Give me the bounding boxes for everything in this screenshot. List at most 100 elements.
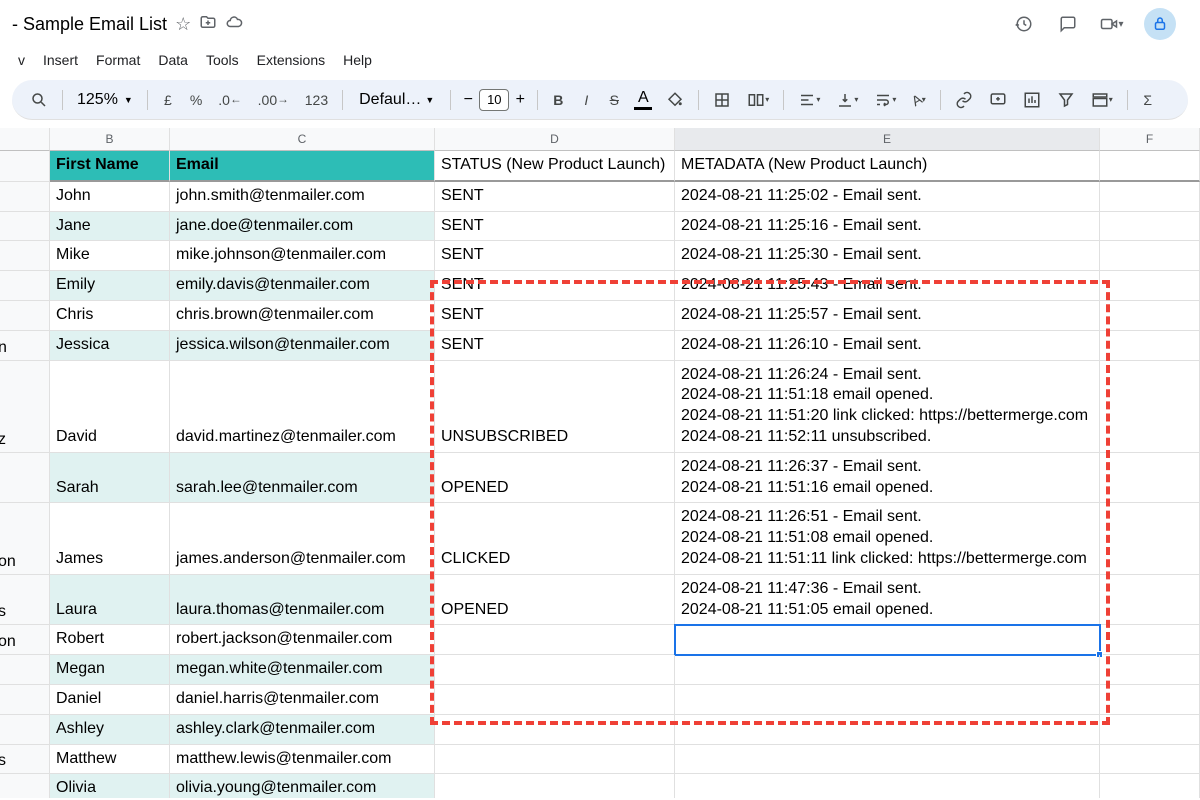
cell-f[interactable] xyxy=(1100,575,1200,626)
cell-f[interactable] xyxy=(1100,182,1200,212)
menu-data[interactable]: Data xyxy=(152,48,194,72)
move-folder-icon[interactable] xyxy=(199,13,217,36)
cell-f[interactable] xyxy=(1100,625,1200,655)
cell-status[interactable] xyxy=(435,774,675,798)
col-header-D[interactable]: D xyxy=(435,128,675,151)
cell-f[interactable] xyxy=(1100,331,1200,361)
menu-format[interactable]: Format xyxy=(90,48,146,72)
search-icon[interactable] xyxy=(24,86,54,114)
col-header-C[interactable]: C xyxy=(170,128,435,151)
cell-email[interactable]: laura.thomas@tenmailer.com xyxy=(170,575,435,626)
filter-button[interactable] xyxy=(1051,86,1081,114)
cell-metadata[interactable]: 2024-08-21 11:47:36 - Email sent. 2024-0… xyxy=(675,575,1100,626)
cell-f[interactable] xyxy=(1100,241,1200,271)
cell-email[interactable]: robert.jackson@tenmailer.com xyxy=(170,625,435,655)
cell-status[interactable]: CLICKED xyxy=(435,503,675,574)
cell-email[interactable]: jessica.wilson@tenmailer.com xyxy=(170,331,435,361)
cell-first-name[interactable]: Mike xyxy=(50,241,170,271)
cell-email[interactable]: mike.johnson@tenmailer.com xyxy=(170,241,435,271)
row-number[interactable] xyxy=(0,715,50,745)
currency-pound-icon[interactable]: £ xyxy=(156,86,180,114)
text-rotation-button[interactable]: A▾ xyxy=(906,86,931,114)
menu-extensions[interactable]: Extensions xyxy=(251,48,331,72)
cell-first-name[interactable]: James xyxy=(50,503,170,574)
cell-metadata[interactable]: 2024-08-21 11:25:02 - Email sent. xyxy=(675,182,1100,212)
cell-status[interactable]: SENT xyxy=(435,301,675,331)
meet-icon[interactable]: ▾ xyxy=(1100,12,1124,36)
cell-metadata[interactable]: 2024-08-21 11:26:51 - Email sent. 2024-0… xyxy=(675,503,1100,574)
cell-first-name[interactable]: John xyxy=(50,182,170,212)
star-icon[interactable]: ☆ xyxy=(175,14,191,35)
cell-status[interactable] xyxy=(435,745,675,775)
menu-insert[interactable]: Insert xyxy=(37,48,84,72)
row-number[interactable] xyxy=(0,182,50,212)
comment-icon[interactable] xyxy=(1056,12,1080,36)
cell-metadata[interactable] xyxy=(675,685,1100,715)
cell-metadata[interactable] xyxy=(675,774,1100,798)
text-color-button[interactable]: A xyxy=(630,87,656,112)
font-size-input[interactable] xyxy=(479,89,509,111)
row-number[interactable] xyxy=(0,212,50,242)
header-first-name[interactable]: First Name xyxy=(50,151,170,182)
cell-f[interactable] xyxy=(1100,774,1200,798)
cell-f[interactable] xyxy=(1100,212,1200,242)
borders-button[interactable] xyxy=(707,86,737,114)
cell-first-name[interactable]: Sarah xyxy=(50,453,170,504)
header-email[interactable]: Email xyxy=(170,151,435,182)
cell-status[interactable] xyxy=(435,685,675,715)
menu-v[interactable]: v xyxy=(12,48,31,72)
cell-status[interactable]: SENT xyxy=(435,212,675,242)
fill-color-button[interactable] xyxy=(660,86,690,114)
decrease-font-size-button[interactable]: − xyxy=(459,89,477,111)
cell-email[interactable]: daniel.harris@tenmailer.com xyxy=(170,685,435,715)
insert-comment-button[interactable] xyxy=(983,86,1013,114)
cell-metadata[interactable]: 2024-08-21 11:26:24 - Email sent. 2024-0… xyxy=(675,361,1100,453)
cell-first-name[interactable]: Olivia xyxy=(50,774,170,798)
cell-email[interactable]: james.anderson@tenmailer.com xyxy=(170,503,435,574)
horizontal-align-button[interactable]: ▾ xyxy=(792,86,826,114)
cell-first-name[interactable]: Laura xyxy=(50,575,170,626)
row-number[interactable] xyxy=(0,453,50,504)
cell-status[interactable]: OPENED xyxy=(435,453,675,504)
row-number[interactable] xyxy=(0,745,50,775)
cell-first-name[interactable]: Ashley xyxy=(50,715,170,745)
cell-f[interactable] xyxy=(1100,453,1200,504)
font-select[interactable]: Defaul… ▼ xyxy=(351,87,442,113)
row-number[interactable] xyxy=(0,361,50,453)
cell-status[interactable]: OPENED xyxy=(435,575,675,626)
row-number[interactable] xyxy=(0,241,50,271)
cell-metadata[interactable]: 2024-08-21 11:26:37 - Email sent. 2024-0… xyxy=(675,453,1100,504)
cell-email[interactable]: olivia.young@tenmailer.com xyxy=(170,774,435,798)
decrease-decimal-icon[interactable]: .0← xyxy=(212,86,247,114)
text-wrap-button[interactable]: ▾ xyxy=(868,86,902,114)
menu-help[interactable]: Help xyxy=(337,48,378,72)
cell-f[interactable] xyxy=(1100,685,1200,715)
functions-button[interactable]: Σ xyxy=(1136,86,1160,114)
cell-email[interactable]: john.smith@tenmailer.com xyxy=(170,182,435,212)
cell-metadata[interactable] xyxy=(675,655,1100,685)
italic-button[interactable]: I xyxy=(574,86,598,114)
cell-email[interactable]: emily.davis@tenmailer.com xyxy=(170,271,435,301)
cell-first-name[interactable]: Matthew xyxy=(50,745,170,775)
cell-status[interactable]: SENT xyxy=(435,271,675,301)
cell-f[interactable] xyxy=(1100,503,1200,574)
col-header-F[interactable]: F xyxy=(1100,128,1200,151)
percent-icon[interactable]: % xyxy=(184,86,208,114)
col-header-E[interactable]: E xyxy=(675,128,1100,151)
cell-status[interactable] xyxy=(435,715,675,745)
cell-first-name[interactable]: Daniel xyxy=(50,685,170,715)
row-number[interactable] xyxy=(0,271,50,301)
row-number[interactable] xyxy=(0,575,50,626)
cell-metadata[interactable]: 2024-08-21 11:25:57 - Email sent. xyxy=(675,301,1100,331)
cell-metadata[interactable]: 2024-08-21 11:25:30 - Email sent. xyxy=(675,241,1100,271)
zoom-select[interactable]: 125% ▼ xyxy=(71,87,139,113)
cell-status[interactable] xyxy=(435,625,675,655)
vertical-align-button[interactable]: ▾ xyxy=(830,86,864,114)
cell-metadata[interactable]: 2024-08-21 11:26:10 - Email sent. xyxy=(675,331,1100,361)
cell-f[interactable] xyxy=(1100,271,1200,301)
cell-f[interactable] xyxy=(1100,301,1200,331)
cell-f[interactable] xyxy=(1100,655,1200,685)
more-formats-icon[interactable]: 123 xyxy=(299,86,334,114)
col-header-B[interactable]: B xyxy=(50,128,170,151)
cell-email[interactable]: matthew.lewis@tenmailer.com xyxy=(170,745,435,775)
